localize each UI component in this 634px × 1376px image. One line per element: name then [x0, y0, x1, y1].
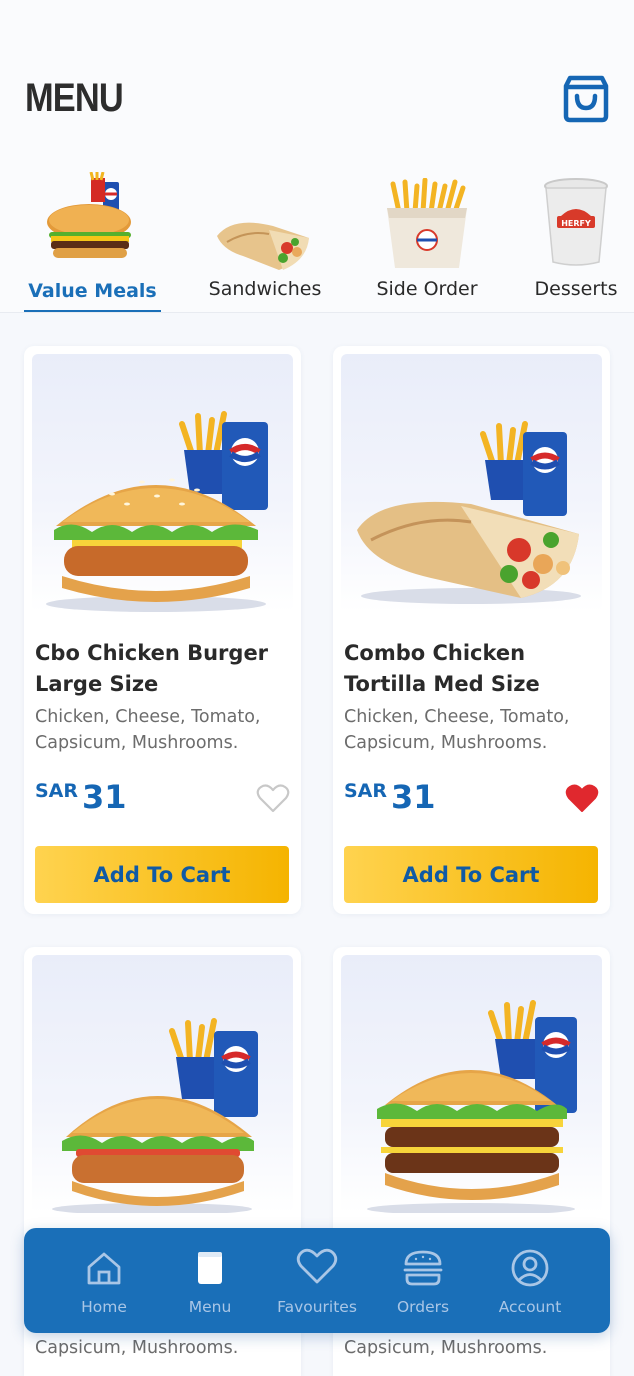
home-icon — [87, 1252, 121, 1285]
category-tabs: Value Meals Sandwiches Side Order HERFY … — [0, 168, 634, 312]
shopping-bag-icon — [563, 75, 609, 123]
wrap-meal-image — [357, 421, 581, 604]
fries-icon — [387, 178, 467, 268]
tab-desserts[interactable]: HERFY Desserts — [528, 168, 624, 312]
product-name: Cbo Chicken Burger Large Size — [35, 641, 269, 696]
header: MENU Value Meals Sandwiches Side Order H… — [0, 0, 634, 313]
product-image — [341, 955, 602, 1213]
product-description: Chicken, Cheese, Tomato, Capsicum, Mushr… — [35, 707, 261, 753]
tab-value-meals[interactable]: Value Meals — [24, 168, 161, 312]
heart-filled-icon — [565, 784, 599, 812]
tab-label: Sandwiches — [208, 278, 322, 300]
product-card[interactable]: Combo Chicken Tortilla Med Size Chicken,… — [333, 346, 610, 914]
nav-label: Home — [81, 1298, 127, 1316]
tab-label: Desserts — [534, 278, 618, 300]
product-image — [341, 354, 602, 612]
nav-label: Menu — [188, 1298, 232, 1316]
wrap-icon — [217, 222, 309, 270]
product-price: SAR 31 — [35, 778, 127, 816]
product-description: Chicken, Cheese, Tomato, Capsicum, Mushr… — [344, 707, 570, 753]
divider — [0, 312, 634, 313]
page-title: MENU — [25, 76, 124, 120]
nav-label: Orders — [396, 1298, 450, 1316]
heart-outline-icon — [256, 784, 290, 813]
tab-label: Side Order — [376, 278, 478, 300]
price-amount: 31 — [391, 778, 436, 816]
price-currency: SAR — [35, 780, 79, 802]
product-description: Capsicum, Mushrooms. — [344, 1338, 548, 1358]
product-description: Capsicum, Mushrooms. — [35, 1338, 239, 1358]
menu-screen: MENU Value Meals Sandwiches Side Order H… — [0, 0, 634, 1376]
price-amount: 31 — [82, 778, 127, 816]
nav-account[interactable]: Account — [477, 1228, 583, 1333]
favourite-button[interactable] — [565, 784, 599, 814]
nav-orders[interactable]: Orders — [370, 1228, 476, 1333]
add-to-cart-button[interactable]: Add To Cart — [35, 846, 289, 903]
nav-favourites[interactable]: Favourites — [264, 1228, 370, 1333]
menu-icon — [198, 1252, 222, 1284]
bottom-nav: Home Menu Favourites Orders Account — [24, 1228, 610, 1333]
dessert-cup-icon: HERFY — [544, 178, 608, 266]
cart-button[interactable] — [560, 72, 612, 124]
nav-label: Account — [498, 1298, 562, 1316]
burger-meal-image — [46, 411, 268, 612]
product-image — [32, 955, 293, 1213]
nav-menu[interactable]: Menu — [157, 1228, 263, 1333]
burger-icon — [403, 1250, 443, 1286]
add-to-cart-button[interactable]: Add To Cart — [344, 846, 598, 903]
user-icon — [511, 1249, 549, 1287]
double-burger-meal-image — [367, 1000, 577, 1213]
burger-meal-icon — [46, 172, 131, 258]
product-price: SAR 31 — [344, 778, 436, 816]
tab-side-order[interactable]: Side Order — [368, 168, 486, 312]
nav-home[interactable]: Home — [51, 1228, 157, 1333]
svg-text:HERFY: HERFY — [561, 219, 591, 228]
burger-meal-image — [52, 1018, 258, 1213]
tab-label: Value Meals — [28, 280, 157, 302]
product-card[interactable]: Cbo Chicken Burger Large Size Chicken, C… — [24, 346, 301, 914]
heart-icon — [296, 1248, 338, 1284]
price-currency: SAR — [344, 780, 388, 802]
nav-label: Favourites — [277, 1298, 357, 1316]
tab-sandwiches[interactable]: Sandwiches — [204, 168, 326, 312]
product-image — [32, 354, 293, 612]
favourite-button[interactable] — [256, 784, 290, 814]
product-name: Combo Chicken Tortilla Med Size — [344, 641, 540, 696]
